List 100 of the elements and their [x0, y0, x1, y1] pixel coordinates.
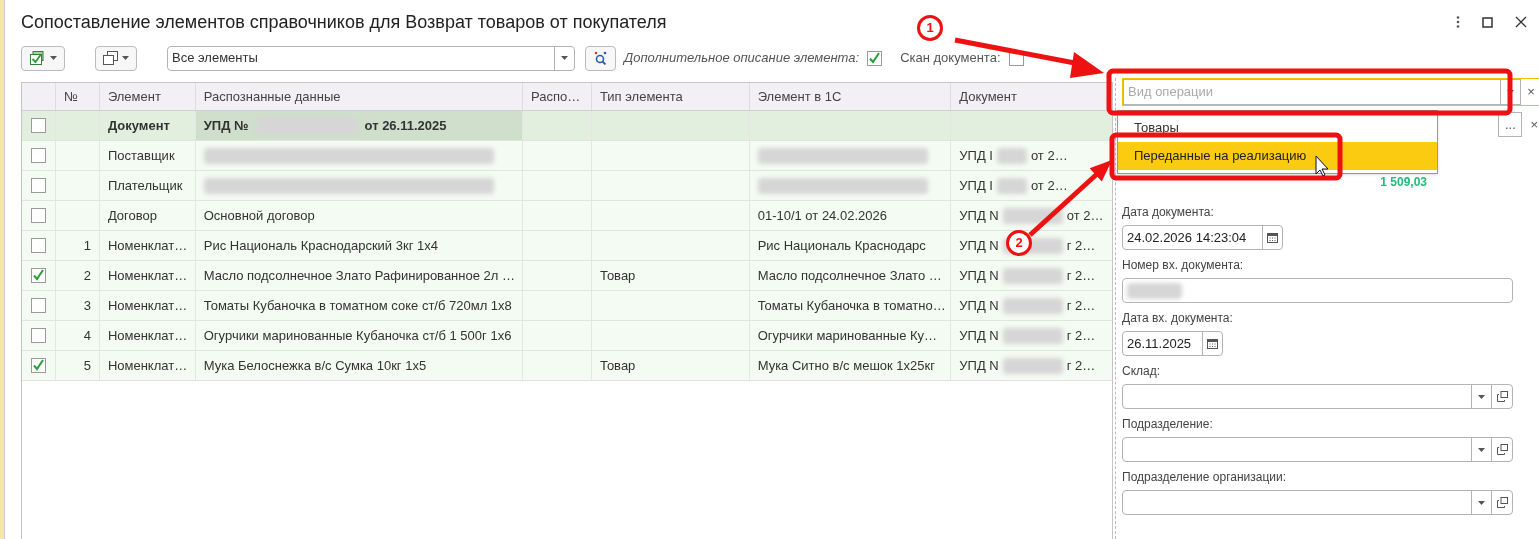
table-cell-text: УПД I [959, 176, 993, 195]
table-cell-text: Огурчики маринованные Кубаночка ст/б 1 500г 1х6 [203, 326, 512, 345]
table-cell-text: Огурчики маринованные Ку… [757, 326, 938, 345]
checkbox[interactable] [31, 298, 46, 313]
dropdown-option[interactable]: Переданные на реализацию [1118, 142, 1437, 170]
calendar-icon [1267, 232, 1278, 243]
row-number: 2 [83, 266, 91, 285]
table-cell-text: УПД I [959, 146, 993, 165]
table-cell-text: 01-10/1 от 24.02.2026 [757, 206, 887, 225]
caret-icon [1478, 447, 1485, 452]
table-cell-text: Номенклат… [107, 296, 188, 315]
column-header[interactable]: Распо… [531, 86, 581, 107]
checklist-icon [29, 51, 46, 65]
field-label: Подразделение организации: [1122, 469, 1288, 486]
checkbox[interactable] [31, 328, 46, 343]
row-number: 3 [83, 296, 91, 315]
column-header[interactable]: Распознанные данные [203, 86, 341, 107]
table-cell-text: УПД N [959, 326, 999, 345]
table-cell-text: г 2… [1066, 356, 1096, 375]
redacted-blur [1002, 327, 1063, 344]
date-field[interactable]: 24.02.2026 14:23:04 [1122, 225, 1283, 250]
table-cell-text: Поставщик [107, 146, 175, 165]
column-header[interactable]: Документ [959, 86, 1017, 107]
option-label: Дополнительное описание элемента: [624, 49, 860, 68]
copy-button[interactable] [95, 45, 137, 71]
select-field[interactable] [1122, 490, 1513, 515]
checkbox[interactable] [31, 268, 46, 283]
redacted-blur [996, 147, 1027, 164]
caret-icon [1478, 394, 1485, 399]
field-label: Подразделение: [1122, 416, 1214, 433]
checkbox[interactable] [31, 238, 46, 253]
redacted-blur [1002, 297, 1063, 314]
checkbox[interactable] [31, 148, 46, 163]
table-cell-text: Томаты Кубаночка в томатно… [757, 296, 946, 315]
table-cell-text: Номенклат… [107, 236, 188, 255]
step-marker: 1 [917, 15, 943, 41]
table-cell-text: от 2… [1030, 176, 1068, 195]
column-header[interactable]: Тип элемента [599, 86, 683, 107]
table-cell-text: Масло подсолнечное Злато Рафинированное 2л … [203, 266, 515, 285]
dropdown-option[interactable]: Товары [1118, 114, 1437, 142]
table-cell-text: УПД N [959, 206, 999, 225]
checkbox[interactable] [31, 118, 46, 133]
field-label: Дата документа: [1122, 204, 1215, 221]
column-header[interactable]: № [63, 86, 78, 107]
table-cell-text: г 2… [1066, 266, 1096, 285]
redacted-blur [1002, 267, 1063, 284]
checkbox[interactable] [867, 50, 883, 66]
table-cell-text: Рис Националь Краснодарский 3кг 1х4 [203, 236, 438, 255]
table-cell-text: Мука Ситно в/с мешок 1х25кг [757, 356, 935, 375]
select-field[interactable] [1122, 384, 1513, 409]
table-cell-text: Масло подсолнечное Злато … [757, 266, 942, 285]
table-cell-text: Товар [599, 356, 636, 375]
table-cell-text: Договор [107, 206, 157, 225]
option-label: Скан документа: [900, 49, 1001, 68]
table-cell-text: Томаты Кубаночка в томатном соке ст/б 720мл 1х8 [203, 296, 512, 315]
caret-icon [1478, 500, 1485, 505]
field-label: Номер вх. документа: [1122, 257, 1245, 274]
table-cell-text: от 26.11.2025 [364, 116, 447, 135]
clear-button[interactable]: × [1530, 114, 1538, 135]
operation-type-field[interactable]: Вид операции × [1122, 78, 1539, 106]
checkbox[interactable] [31, 208, 46, 223]
calendar-icon [1207, 338, 1218, 349]
search-icon [593, 51, 608, 65]
column-header[interactable]: Элемент [107, 86, 161, 107]
open-icon [1496, 391, 1508, 402]
select-field[interactable] [1122, 437, 1513, 462]
more-icon[interactable] [1456, 16, 1460, 28]
open-icon [1496, 497, 1508, 508]
table-cell-text: от 2… [1066, 206, 1104, 225]
window-title: Сопоставление элементов справочников для Возврат товаров от покупателя [21, 10, 667, 34]
checkbox[interactable] [31, 178, 46, 193]
table-cell-text: Номенклат… [107, 326, 188, 345]
total-amount: 1 509,03 [1380, 174, 1427, 191]
check-all-button[interactable] [21, 45, 65, 71]
caret-icon [561, 56, 568, 60]
search-button[interactable] [585, 45, 616, 71]
maximize-icon[interactable] [1482, 16, 1493, 28]
table-cell-text: г 2… [1066, 326, 1096, 345]
table-cell-text: Мука Белоснежка в/с Сумка 10кг 1х5 [203, 356, 427, 375]
table-cell-text: Плательщик [107, 176, 183, 195]
table-cell-text: г 2… [1066, 296, 1096, 315]
field-label: Склад: [1122, 363, 1162, 380]
date-field[interactable]: 26.11.2025 [1122, 331, 1223, 356]
more-button[interactable]: ... [1498, 112, 1523, 137]
table-cell-text: Товар [599, 266, 636, 285]
caret-icon [122, 56, 129, 60]
input-field[interactable] [1122, 278, 1513, 303]
checkbox[interactable] [31, 358, 46, 373]
open-icon [1496, 444, 1508, 455]
caret-icon [49, 56, 57, 60]
table-cell-text: Основной договор [203, 206, 315, 225]
row-number: 4 [83, 326, 91, 345]
table-cell-text: УПД N [959, 356, 999, 375]
filter-select[interactable]: Все элементы [167, 45, 575, 71]
copy-icon [103, 51, 118, 65]
table-cell-text: Рис Националь Краснодарс [757, 236, 926, 255]
table-cell-text: УПД N [959, 266, 999, 285]
redacted-blur [996, 177, 1027, 194]
column-header[interactable]: Элемент в 1С [757, 86, 842, 107]
close-icon[interactable] [1515, 16, 1527, 28]
